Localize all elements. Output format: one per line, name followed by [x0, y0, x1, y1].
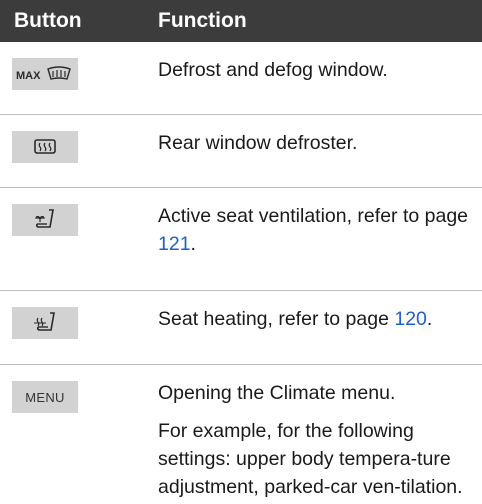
table-row: Rear window defroster. [0, 115, 482, 188]
description-text: Opening the Climate menu. [158, 382, 396, 404]
max-defrost-button[interactable]: MAX [12, 58, 78, 90]
table-row: MENU Opening the Climate menu. For examp… [0, 365, 482, 504]
menu-button[interactable]: MENU [12, 381, 78, 413]
button-cell [0, 115, 146, 187]
rear-window-defrost-icon [34, 139, 56, 154]
header-button: Button [14, 9, 82, 32]
description-text: Seat heating, refer to page [158, 308, 395, 330]
row-description: Defrost and defog window. [146, 42, 482, 114]
seat-ventilation-button[interactable] [12, 204, 78, 236]
button-cell: MENU [0, 365, 146, 504]
table-header: Button Function [0, 0, 482, 42]
max-defrost-icon: MAX [16, 66, 71, 82]
description-detail: For example, for the following settings:… [158, 420, 463, 498]
page-link[interactable]: 120 [394, 308, 427, 330]
row-description: Rear window defroster. [146, 115, 482, 187]
header-function: Function [158, 9, 247, 32]
description-text: Rear window defroster. [158, 132, 358, 154]
description-end: . [190, 233, 196, 255]
description-text: Defrost and defog window. [158, 59, 388, 81]
seat-ventilation-icon [35, 209, 54, 228]
table-row: Active seat ventilation, refer to page 1… [0, 188, 482, 291]
seat-heating-icon [34, 312, 55, 331]
climate-buttons-table: Button Function MAX Defrost and defog wi… [0, 0, 482, 504]
row-description: Opening the Climate menu. For example, f… [146, 365, 482, 504]
description-text: Active seat ventilation, refer to page [158, 205, 469, 227]
row-description: Active seat ventilation, refer to page 1… [146, 188, 482, 290]
description-end: . [426, 308, 433, 330]
menu-button-label: MENU [25, 389, 65, 405]
seat-heating-button[interactable] [12, 307, 78, 339]
button-cell [0, 291, 146, 364]
page-link[interactable]: 121 [158, 233, 191, 255]
button-cell [0, 188, 146, 290]
rear-defrost-button[interactable] [12, 131, 78, 163]
row-description: Seat heating, refer to page 120. [146, 291, 482, 364]
table-row: MAX Defrost and defog window. [0, 42, 482, 115]
max-label: MAX [16, 70, 41, 82]
button-cell: MAX [0, 42, 146, 114]
table-row: Seat heating, refer to page 120. [0, 291, 482, 365]
